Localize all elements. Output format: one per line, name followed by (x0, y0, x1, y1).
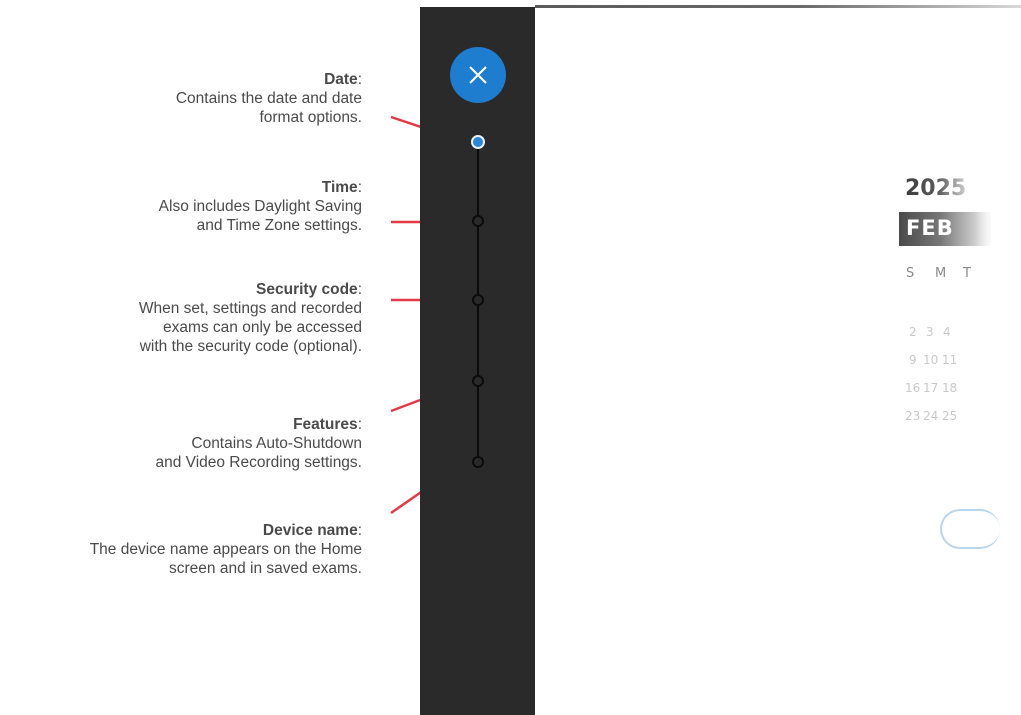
calendar-day[interactable]: 23 (905, 409, 920, 423)
calendar-day[interactable]: 9 (909, 353, 917, 367)
calendar-day[interactable]: 2 (909, 325, 917, 339)
calendar-day[interactable]: 18 (942, 381, 957, 395)
calendar-day[interactable]: 3 (926, 325, 934, 339)
top-divider (535, 5, 1021, 8)
calendar-day[interactable]: 25 (942, 409, 957, 423)
weekday-tue: T (963, 266, 971, 281)
calendar-day[interactable]: 17 (923, 381, 938, 395)
step-features[interactable] (472, 375, 484, 387)
calendar-day[interactable]: 10 (923, 353, 938, 367)
format-toggle[interactable] (940, 509, 1000, 549)
weekday-sun: S (906, 266, 915, 281)
calendar-day[interactable]: 16 (905, 381, 920, 395)
calendar-day[interactable]: 24 (923, 409, 938, 423)
step-time[interactable] (472, 215, 484, 227)
calendar-year: 2025 (905, 176, 967, 201)
step-security-code[interactable] (472, 294, 484, 306)
calendar-day[interactable]: 4 (943, 325, 951, 339)
step-date[interactable] (471, 135, 485, 149)
calendar-month: FEB (906, 216, 954, 240)
step-device-name[interactable] (472, 456, 484, 468)
calendar-day[interactable]: 11 (942, 353, 957, 367)
weekday-mon: M (935, 266, 947, 281)
close-icon (469, 66, 487, 84)
close-button[interactable] (450, 47, 506, 103)
